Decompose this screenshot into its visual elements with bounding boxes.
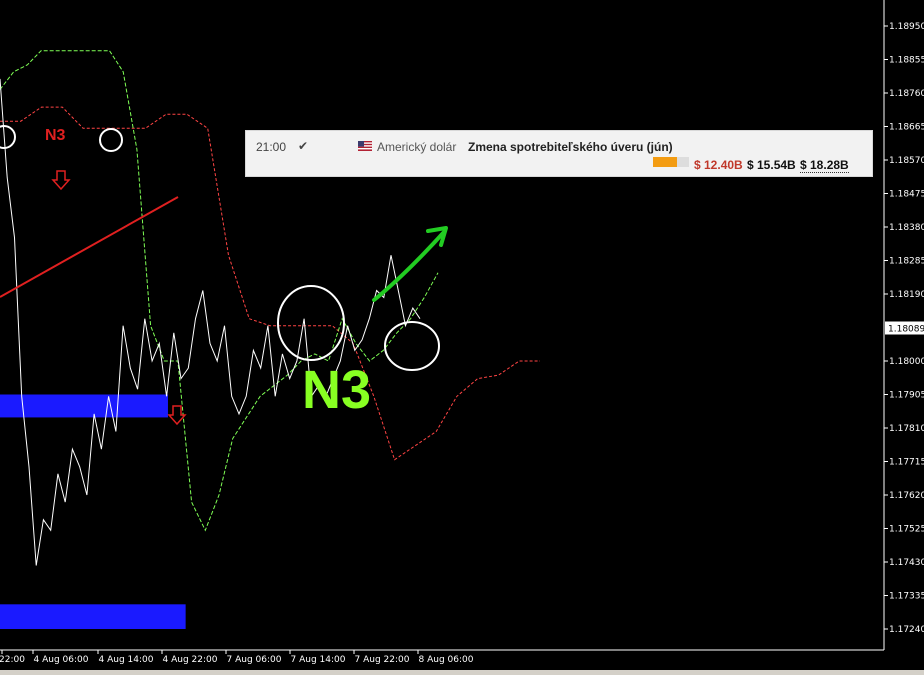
y-tick-label-13: 1.17715 — [889, 458, 924, 468]
y-tick-label-7: 1.18285 — [889, 257, 924, 267]
y-tick-label-3: 1.18665 — [889, 123, 924, 133]
check-icon: ✔ — [298, 139, 309, 153]
y-tick-label-2: 1.18760 — [889, 89, 924, 99]
y-tick-label-14: 1.17620 — [889, 491, 924, 501]
y-tick-label-18: 1.17240 — [889, 625, 924, 635]
event-forecast: $ 15.54B — [747, 158, 796, 172]
x-tick-label-0: 22:00 — [0, 655, 25, 665]
x-tick-label-1: 4 Aug 06:00 — [34, 655, 89, 665]
highlight-circle-2 — [277, 285, 345, 361]
event-title[interactable]: Zmena spotrebiteľského úveru (jún) — [468, 140, 673, 154]
event-previous[interactable]: $ 18.28B — [800, 158, 849, 173]
down-arrow-icon-0 — [51, 170, 71, 191]
current-price-label: 1.18089 — [888, 325, 924, 335]
label-n3-big: N3 — [302, 360, 371, 420]
x-tick-label-7: 8 Aug 06:00 — [419, 655, 474, 665]
zone-box-0 — [0, 394, 168, 418]
y-tick-label-5: 1.18475 — [889, 190, 924, 200]
y-tick-label-4: 1.18570 — [889, 156, 924, 166]
x-tick-label-2: 4 Aug 14:00 — [99, 655, 154, 665]
y-tick-label-11: 1.17905 — [889, 391, 924, 401]
highlight-circle-1 — [99, 128, 123, 152]
y-tick-label-10: 1.18000 — [889, 357, 924, 367]
us-flag-icon — [358, 141, 372, 151]
upper-band-line — [0, 50, 439, 532]
impact-bar-fill — [653, 157, 677, 167]
x-tick-label-5: 7 Aug 14:00 — [291, 655, 346, 665]
event-time: 21:00 — [256, 140, 287, 154]
y-tick-label-6: 1.18380 — [889, 223, 924, 233]
highlight-circle-3 — [384, 321, 440, 371]
y-tick-label-16: 1.17430 — [889, 558, 924, 568]
zone-box-1 — [0, 604, 186, 629]
x-tick-label-6: 7 Aug 22:00 — [355, 655, 410, 665]
event-actual: $ 12.40B — [694, 158, 743, 172]
green-arrow-icon — [372, 230, 446, 302]
impact-bar — [653, 157, 689, 167]
trend-line — [0, 196, 179, 298]
x-tick-label-4: 7 Aug 06:00 — [227, 655, 282, 665]
event-currency: Americký dolár — [377, 140, 457, 154]
status-strip — [0, 670, 924, 675]
economic-event-popup[interactable]: 21:00 ✔ Americký dolár Zmena spotrebiteľ… — [245, 130, 873, 177]
y-tick-label-12: 1.17810 — [889, 424, 924, 434]
y-tick-label-0: 1.18950 — [889, 22, 924, 32]
y-tick-label-8: 1.18190 — [889, 290, 924, 300]
y-tick-label-15: 1.17525 — [889, 525, 924, 535]
y-tick-label-17: 1.17335 — [889, 592, 924, 602]
label-n3-small: N3 — [45, 127, 66, 144]
x-tick-label-3: 4 Aug 22:00 — [163, 655, 218, 665]
highlight-circle-0 — [0, 125, 16, 149]
chart-canvas[interactable]: N3 N3 1.18950 1.18855 1.18760 1.18665 1.18570 1… — [0, 0, 924, 675]
y-tick-label-1: 1.18855 — [889, 56, 924, 66]
